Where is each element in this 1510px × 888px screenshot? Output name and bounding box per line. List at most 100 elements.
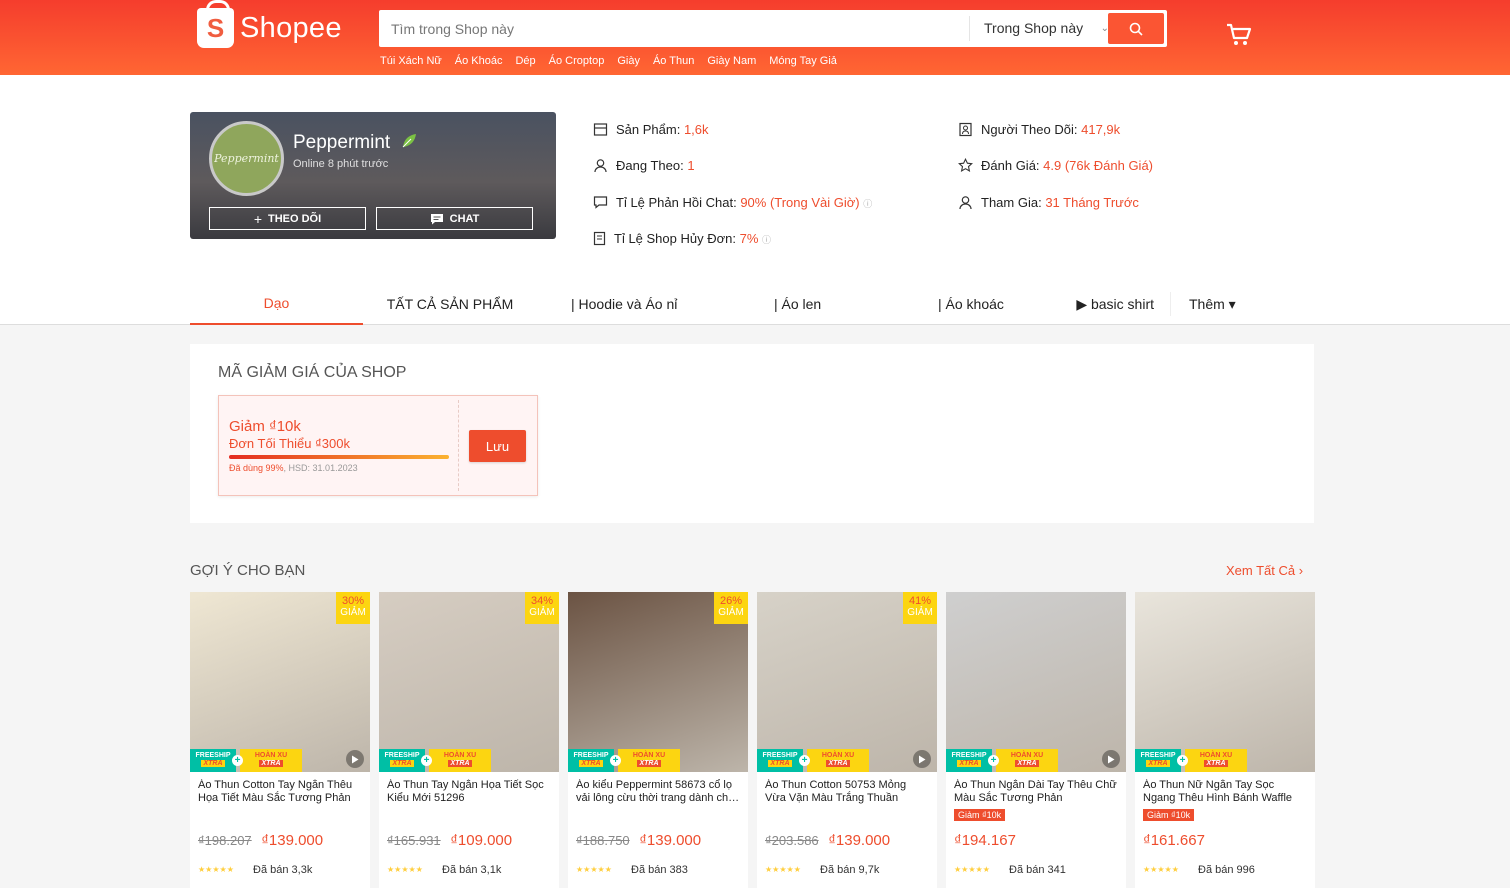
stat-cancel-rate: Tỉ Lệ Shop Hủy Đơn: 7% ⓘ bbox=[593, 231, 771, 246]
freeship-label: FREESHIP XTRA bbox=[379, 749, 425, 772]
star-icon bbox=[958, 158, 973, 172]
product-image[interactable] bbox=[1135, 592, 1315, 772]
play-icon[interactable] bbox=[346, 750, 364, 768]
discount-percent: 26% bbox=[719, 595, 743, 607]
product-card[interactable]: 34% GIẢM FREESHIP XTRA HOÀN XU XTRA + Áo Thun T… bbox=[379, 592, 559, 888]
stat-value: 1 bbox=[687, 158, 695, 173]
stat-value: 1,6k bbox=[683, 122, 709, 137]
tab-basic-shirt[interactable]: ▶ basic shirt bbox=[1047, 292, 1171, 316]
chat-label: CHAT bbox=[449, 212, 480, 225]
stat-label: Sản Phẩm: bbox=[616, 122, 681, 137]
voucher-usage-text: Đã dùng 99%, HSD: 31.01.2023 bbox=[229, 463, 358, 473]
tab-hoodie[interactable]: | Hoodie và Áo nỉ bbox=[537, 283, 719, 325]
hint-link[interactable]: Giày Nam bbox=[707, 55, 756, 67]
search-bar: Trong Shop này ⌄ bbox=[379, 10, 1167, 47]
follow-button[interactable]: + THEO DÕI bbox=[209, 207, 366, 230]
product-old-price: ₫198.207 bbox=[198, 833, 252, 848]
hint-link[interactable]: Áo Thun bbox=[653, 55, 694, 67]
plus-icon: + bbox=[799, 755, 810, 766]
product-card[interactable]: FREESHIP XTRA HOÀN XU XTRA + Áo Thun Ngắn Dài… bbox=[946, 592, 1126, 888]
product-sold-count: Đã bán 996 bbox=[1198, 864, 1255, 876]
product-name: Áo Thun Cotton 50753 Mỏng Vừa Vặn Màu Tr… bbox=[765, 779, 929, 805]
see-all-link[interactable]: Xem Tất Cả › bbox=[1226, 563, 1303, 578]
voucher-section: MÃ GIẢM GIÁ CỦA SHOP Giảm ₫10k Đơn Tối T… bbox=[190, 344, 1314, 523]
suggestions-title: GỢI Ý CHO BẠN bbox=[190, 562, 306, 579]
xtra-label: XTRA bbox=[259, 760, 283, 767]
shopee-logo[interactable]: S Shopee bbox=[197, 0, 342, 48]
voucher-tag: Giảm ₫10k bbox=[1143, 809, 1195, 821]
chat-button[interactable]: CHAT bbox=[376, 207, 533, 230]
stat-chat-rate: Tỉ Lệ Phản Hồi Chat: 90% (Trong Vài Giờ)… bbox=[593, 195, 872, 210]
hint-link[interactable]: Túi Xách Nữ bbox=[380, 55, 442, 67]
stat-value: 90% (Trong Vài Giờ) bbox=[740, 195, 860, 210]
stat-following: Đang Theo: 1 bbox=[593, 158, 695, 173]
tab-more[interactable]: Thêm ▾ bbox=[1171, 283, 1251, 325]
freeship-banner: FREESHIP XTRA HOÀN XU XTRA + bbox=[1135, 749, 1260, 772]
hint-link[interactable]: Giày bbox=[617, 55, 640, 67]
plus-icon: + bbox=[253, 210, 262, 227]
search-button[interactable] bbox=[1108, 13, 1164, 44]
tab-dao[interactable]: Dạo bbox=[190, 283, 363, 325]
coin-back-label: HOÀN XU XTRA bbox=[1185, 749, 1247, 772]
stat-label: Đánh Giá: bbox=[981, 158, 1040, 173]
shop-avatar[interactable]: Peppermint bbox=[209, 121, 284, 196]
help-icon[interactable]: ⓘ bbox=[863, 199, 872, 209]
product-name-text: Áo Thun Cotton 50753 Mỏng Vừa Vặn Màu Tr… bbox=[765, 779, 907, 804]
product-card[interactable]: 26% GIẢM FREESHIP XTRA HOÀN XU XTRA + Áo kiểu P… bbox=[568, 592, 748, 888]
product-card[interactable]: FREESHIP XTRA HOÀN XU XTRA + Áo Thun Nữ Ngắn … bbox=[1135, 592, 1315, 888]
freeship-banner: FREESHIP XTRA HOÀN XU XTRA + bbox=[190, 749, 315, 772]
discount-badge: 41% GIẢM bbox=[903, 592, 937, 624]
see-all-label: Xem Tất Cả bbox=[1226, 563, 1296, 578]
coin-back-label: HOÀN XU XTRA bbox=[996, 749, 1058, 772]
follow-label: THEO DÕI bbox=[268, 212, 322, 225]
freeship-banner: FREESHIP XTRA HOÀN XU XTRA + bbox=[946, 749, 1071, 772]
xtra-label: XTRA bbox=[390, 760, 414, 767]
hint-link[interactable]: Áo Khoác bbox=[455, 55, 503, 67]
hint-link[interactable]: Móng Tay Giả bbox=[769, 55, 837, 67]
discount-percent: 30% bbox=[341, 595, 365, 607]
product-grid: 30% GIẢM FREESHIP XTRA HOÀN XU XTRA + Áo Thun C… bbox=[190, 592, 1315, 888]
plus-icon: + bbox=[1177, 755, 1188, 766]
play-icon[interactable] bbox=[913, 750, 931, 768]
hint-link[interactable]: Áo Croptop bbox=[549, 55, 605, 67]
product-image[interactable] bbox=[946, 592, 1126, 772]
tab-ao-khoac[interactable]: | Áo khoác bbox=[883, 283, 1047, 325]
rating-stars: ★★★★★ bbox=[387, 865, 423, 874]
product-name: Áo Thun Tay Ngắn Họa Tiết Sọc Kiểu Mới 5… bbox=[387, 779, 551, 805]
cart-button[interactable] bbox=[1226, 22, 1252, 51]
shop-name: Peppermint bbox=[293, 132, 391, 153]
voucher-usage-bar bbox=[229, 455, 449, 459]
stat-rating: Đánh Giá: 4.9 (76k Đánh Giá) bbox=[958, 158, 1153, 173]
store-icon bbox=[593, 123, 608, 136]
search-input[interactable] bbox=[379, 10, 964, 47]
tab-ao-len[interactable]: | Áo len bbox=[719, 283, 883, 325]
cart-icon bbox=[1227, 23, 1252, 45]
product-card[interactable]: 41% GIẢM FREESHIP XTRA HOÀN XU XTRA + Áo Thun C… bbox=[757, 592, 937, 888]
rating-stars: ★★★★★ bbox=[954, 865, 990, 874]
voucher-save-button[interactable]: Lưu bbox=[469, 430, 526, 462]
play-icon[interactable] bbox=[1102, 750, 1120, 768]
freeship-label: FREESHIP XTRA bbox=[946, 749, 992, 772]
hint-link[interactable]: Dép bbox=[515, 55, 535, 67]
discount-word: GIẢM bbox=[718, 607, 744, 618]
tab-all-products[interactable]: TẤT CẢ SẢN PHẨM bbox=[363, 283, 537, 325]
discount-badge: 34% GIẢM bbox=[525, 592, 559, 624]
product-name: Áo Thun Cotton Tay Ngắn Thêu Họa Tiết Mà… bbox=[198, 779, 362, 805]
user-check-icon bbox=[959, 196, 972, 210]
product-name: Áo Thun Nữ Ngắn Tay Sọc Ngang Thêu Hình … bbox=[1143, 779, 1307, 805]
product-price: ₫139.000 bbox=[639, 832, 702, 849]
product-card[interactable]: 30% GIẢM FREESHIP XTRA HOÀN XU XTRA + Áo Thun C… bbox=[190, 592, 370, 888]
product-old-price: ₫188.750 bbox=[576, 833, 630, 848]
stat-label: Đang Theo: bbox=[616, 158, 684, 173]
discount-badge: 26% GIẢM bbox=[714, 592, 748, 624]
rating-stars: ★★★★★ bbox=[765, 865, 801, 874]
search-scope-select[interactable]: Trong Shop này ⌄ bbox=[969, 16, 1109, 41]
shopee-bag-icon: S bbox=[197, 0, 234, 48]
rating-stars: ★★★★★ bbox=[576, 865, 612, 874]
product-old-price: ₫203.586 bbox=[765, 833, 819, 848]
xtra-label: XTRA bbox=[1204, 760, 1228, 767]
product-sold-count: Đã bán 9,7k bbox=[820, 864, 880, 876]
chat-icon bbox=[430, 213, 443, 224]
discount-word: GIẢM bbox=[340, 607, 366, 618]
help-icon[interactable]: ⓘ bbox=[762, 235, 771, 245]
